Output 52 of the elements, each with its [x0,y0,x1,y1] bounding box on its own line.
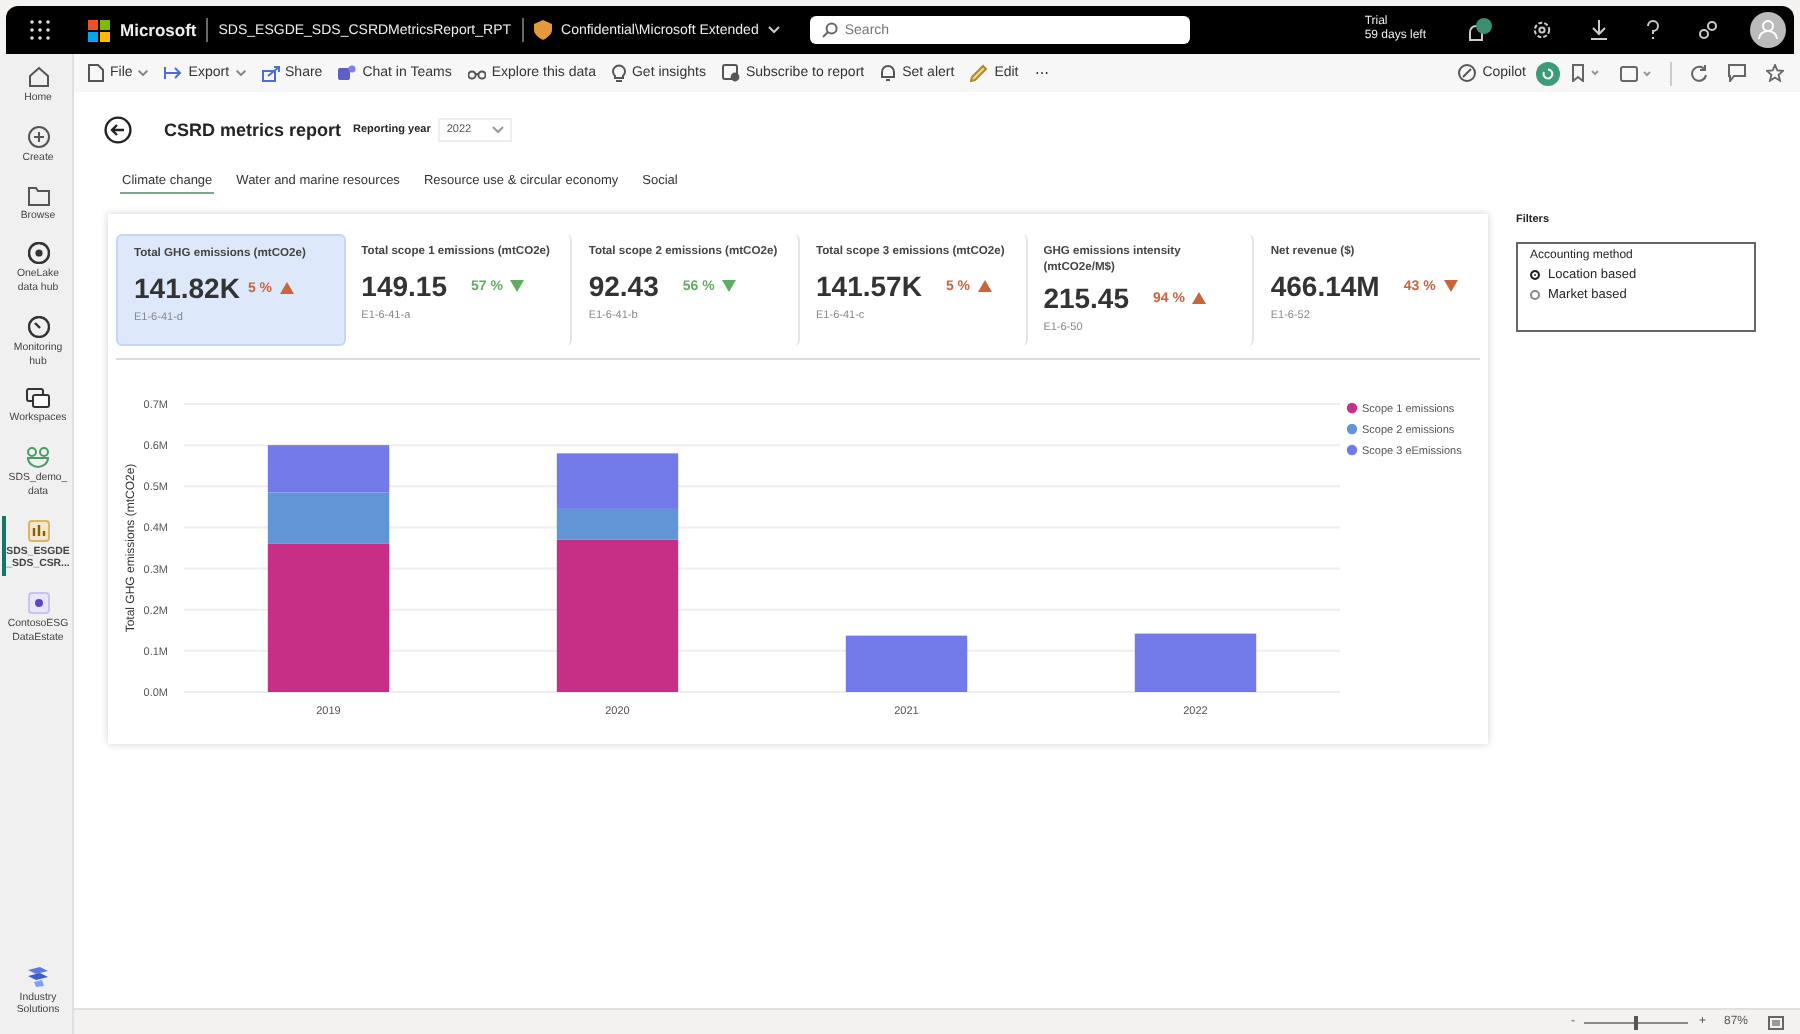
comment-icon[interactable] [1728,64,1746,82]
arrow-right-icon [164,66,183,80]
copilot-icon [1458,64,1477,82]
bell-icon [880,64,897,82]
back-icon[interactable] [104,116,132,144]
view-icon[interactable] [1620,65,1652,81]
kpi-value: 466.14M [1270,270,1380,302]
bookmark-icon[interactable] [1572,64,1600,82]
pencil-icon [970,64,989,82]
refresh-icon[interactable] [1690,64,1708,82]
document-icon [88,64,104,82]
shield-icon [533,20,552,40]
help-icon[interactable] [1646,20,1660,40]
binoculars-icon [467,66,486,80]
workspaces-icon [26,388,50,409]
star-icon[interactable] [1766,64,1784,82]
avatar-icon[interactable] [1750,12,1786,48]
fit-to-page-icon[interactable] [1768,1015,1784,1029]
app-launcher-icon[interactable] [30,20,50,40]
folder-icon [27,185,49,205]
radio-button[interactable] [1530,270,1540,280]
download-icon[interactable] [1590,20,1608,40]
group-icon [26,446,50,468]
notifications-icon[interactable] [1466,17,1494,43]
chevron-down-icon[interactable] [768,26,781,34]
teams-icon [338,64,357,82]
industry-solutions-icon [26,965,50,987]
report-icon [27,519,49,541]
subscribe-icon [721,64,740,82]
chevron-down-icon [138,70,149,76]
hub-icon [27,242,49,265]
kpi-value: 215.45 [1043,282,1130,314]
status-icon[interactable] [1536,61,1560,85]
chevron-down-icon [235,70,246,76]
logo-icon [88,19,110,41]
kpi-value: 141.82K [134,272,240,304]
share-icon[interactable] [1698,20,1718,40]
settings-icon[interactable] [1532,20,1552,40]
kpi-value: 92.43 [588,270,659,302]
home-icon [27,66,49,88]
search-icon [822,22,839,38]
lightbulb-icon [611,64,626,82]
kpi-value: 149.15 [361,270,447,302]
chevron-down-icon [491,126,504,134]
gauge-icon [27,315,49,338]
report-title: CSRD metrics report [164,120,342,140]
slider-thumb[interactable] [1634,1015,1639,1029]
radio-button[interactable] [1530,290,1540,300]
share-icon [261,65,280,81]
kpi-value: 141.57K [816,270,922,302]
plus-circle-icon [27,125,49,148]
brand-name: Microsoft [120,20,197,40]
